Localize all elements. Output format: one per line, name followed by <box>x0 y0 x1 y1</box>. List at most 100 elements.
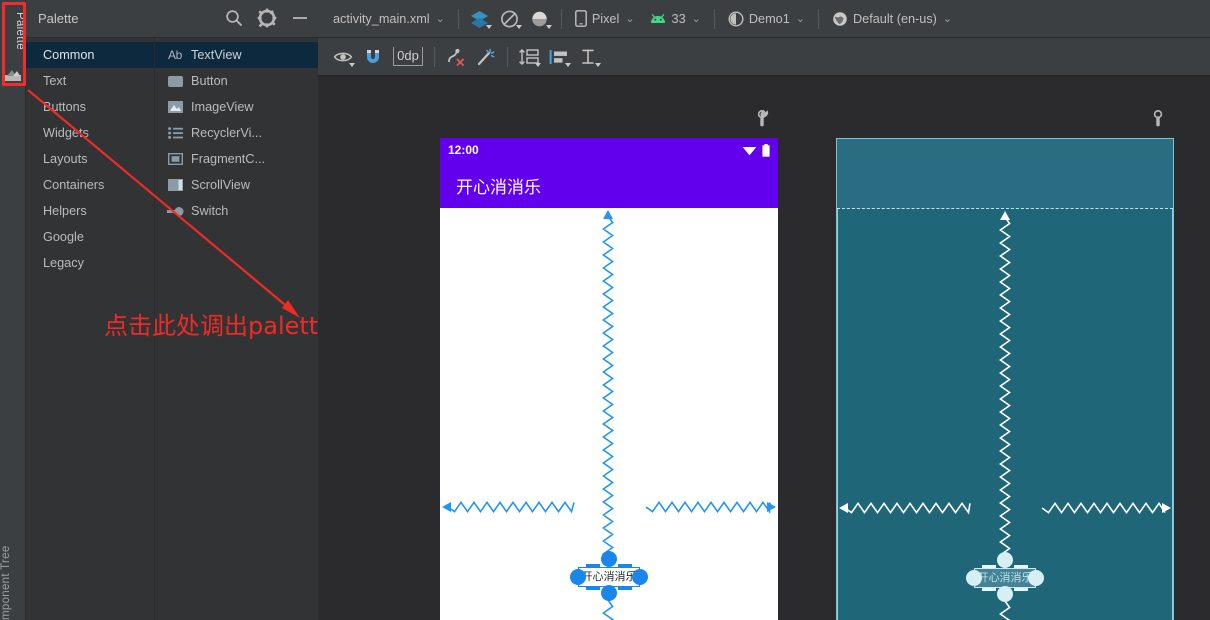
wrench-icon[interactable] <box>754 109 770 127</box>
palette-widget-imageview[interactable]: ImageView <box>155 94 318 120</box>
sidebar-tab-palette[interactable]: Palette <box>0 6 26 84</box>
palette-category-widgets[interactable]: Widgets <box>26 120 154 146</box>
theme-mode-button[interactable] <box>525 6 555 32</box>
constraint-handle-bottom[interactable] <box>601 585 617 601</box>
left-tool-strip: Palette mponent Tree <box>0 0 26 620</box>
chevron-down-icon: ⌄ <box>795 13 805 25</box>
palette-category-label: Widgets <box>43 126 89 140</box>
chevron-down-icon <box>565 62 571 67</box>
palette-widget-label: Switch <box>191 204 229 218</box>
locale-selector[interactable]: Default (en-us) ⌄ <box>825 6 959 32</box>
android-icon <box>650 13 665 23</box>
palette-category-label: Legacy <box>43 256 84 270</box>
status-icons <box>742 143 770 157</box>
gear-icon[interactable] <box>257 8 277 28</box>
default-margin-button[interactable]: 0dp <box>388 44 428 70</box>
blueprint-app-bar <box>837 139 1173 209</box>
chevron-down-icon <box>545 24 552 29</box>
file-selector[interactable]: activity_main.xml ⌄ <box>326 6 452 32</box>
top-edge-marker <box>1014 565 1028 568</box>
chevron-down-icon: ⌄ <box>435 13 445 25</box>
palette-category-label: Helpers <box>43 204 87 218</box>
palette-category-label: Containers <box>43 178 105 192</box>
palette-widget-fragmentc[interactable]: FragmentC... <box>155 146 318 172</box>
device-status-bar: 12:00 <box>440 138 778 162</box>
render-preview[interactable]: 12:00 开心消消乐 开心消消乐 <box>440 138 778 620</box>
magnet-icon <box>367 49 379 63</box>
palette-widget-label: Button <box>191 74 228 88</box>
clear-constraints-button[interactable] <box>441 44 471 70</box>
palette-widget-scrollview[interactable]: ScrollView <box>155 172 318 198</box>
wrench-icon[interactable] <box>1150 109 1166 127</box>
wifi-icon <box>742 146 757 155</box>
palette-widget-button[interactable]: Button <box>155 68 318 94</box>
palette-category-containers[interactable]: Containers <box>26 172 154 198</box>
top-edge-marker <box>982 565 996 568</box>
minimize-icon[interactable] <box>290 8 310 28</box>
constraint-handle-left[interactable] <box>966 570 982 586</box>
design-mode-button[interactable] <box>465 6 495 32</box>
blueprint-preview[interactable]: 开心消消乐 <box>836 138 1174 620</box>
constraint-handle-left[interactable] <box>570 569 586 585</box>
constraint-handle-top[interactable] <box>601 551 617 567</box>
fragmentcontainer-icon <box>165 151 185 167</box>
show-constraints-button[interactable] <box>328 44 358 70</box>
pack-button[interactable] <box>514 44 544 70</box>
sidebar-tab-component-tree[interactable]: mponent Tree <box>0 528 26 620</box>
constraint-handle-right[interactable] <box>632 569 648 585</box>
layout-editor: activity_main.xml ⌄ Pixel ⌄ 33 ⌄ Demo1 ⌄… <box>318 0 1210 620</box>
device-selector[interactable]: Pixel ⌄ <box>568 6 642 32</box>
autoconnect-button[interactable] <box>358 44 388 70</box>
palette-category-common[interactable]: Common <box>26 42 154 68</box>
sidebar-tab-palette-label: Palette <box>14 12 26 50</box>
palette-category-helpers[interactable]: Helpers <box>26 198 154 224</box>
constraint-handle-right[interactable] <box>1028 570 1044 586</box>
theme-circle-icon <box>728 10 744 27</box>
status-time: 12:00 <box>448 143 479 157</box>
top-edge-marker <box>618 564 632 567</box>
palette-title: Palette <box>38 11 79 26</box>
theme-selector[interactable]: Demo1 ⌄ <box>721 6 812 32</box>
chevron-down-icon <box>535 62 541 67</box>
phone-icon <box>574 10 587 27</box>
bottom-edge-marker <box>982 588 996 591</box>
bottom-edge-marker <box>618 587 632 590</box>
toolbar-divider <box>434 46 435 67</box>
recyclerview-icon <box>165 125 185 141</box>
constraint-handle-top[interactable] <box>997 552 1013 568</box>
constraint-handle-bottom[interactable] <box>997 586 1013 602</box>
orientation-button[interactable] <box>495 6 525 32</box>
top-edge-marker <box>586 564 600 567</box>
palette-category-label: Buttons <box>43 100 87 114</box>
palette-category-google[interactable]: Google <box>26 224 154 250</box>
infer-constraints-button[interactable] <box>471 44 501 70</box>
palette-category-text[interactable]: Text <box>26 68 154 94</box>
bottom-edge-marker <box>586 587 600 590</box>
palette-category-legacy[interactable]: Legacy <box>26 250 154 276</box>
design-canvas[interactable]: 12:00 开心消消乐 开心消消乐 开心消消乐 <box>318 76 1210 620</box>
palette-category-layouts[interactable]: Layouts <box>26 146 154 172</box>
widget-text: 开心消消乐 <box>977 572 1033 584</box>
widget-text: 开心消消乐 <box>581 571 637 583</box>
palette-widget-label: ImageView <box>191 100 254 114</box>
globe-icon <box>833 11 847 26</box>
palette-widget-recyclervi[interactable]: RecyclerVi... <box>155 120 318 146</box>
palette-widget-textview[interactable]: Ab TextView <box>155 42 318 68</box>
app-bar-title: 开心消消乐 <box>456 177 541 197</box>
palette-header-actions <box>224 8 310 28</box>
locale-label: Default (en-us) <box>853 11 937 26</box>
imageview-icon <box>165 99 185 115</box>
api-level-selector[interactable]: 33 ⌄ <box>642 6 708 32</box>
palette-category-buttons[interactable]: Buttons <box>26 94 154 120</box>
constraint-toolbar: 0dp <box>318 38 1210 76</box>
guidelines-button[interactable] <box>574 44 604 70</box>
file-name-label: activity_main.xml <box>333 11 430 26</box>
align-button[interactable] <box>544 44 574 70</box>
android-studio-layout-editor: Palette mponent Tree Palette Common Text… <box>0 0 1210 620</box>
palette-widget-switch[interactable]: Switch <box>155 198 318 224</box>
search-icon[interactable] <box>224 8 244 28</box>
button-icon <box>165 73 185 89</box>
chevron-down-icon <box>485 24 492 29</box>
default-margin-value[interactable]: 0dp <box>393 47 423 66</box>
switch-icon <box>165 203 185 219</box>
